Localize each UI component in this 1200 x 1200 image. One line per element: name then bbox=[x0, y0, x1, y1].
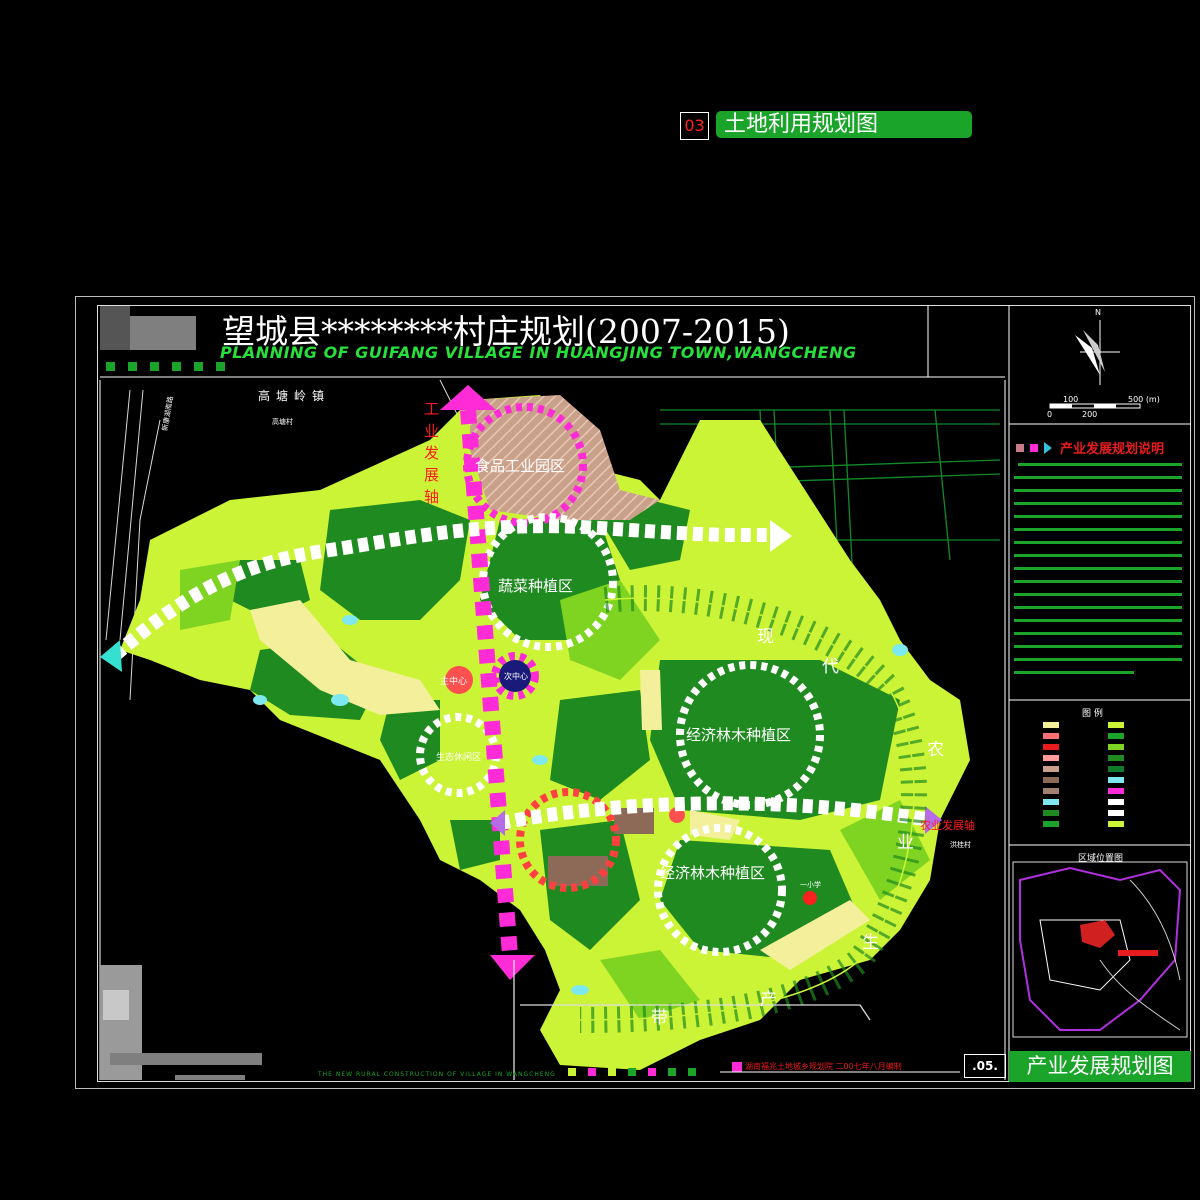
bottom-title: 产业发展规划图 bbox=[1009, 1051, 1191, 1082]
eco-leisure-label: 生态休闲区 bbox=[436, 753, 482, 763]
scale-label-100: 100 bbox=[1063, 395, 1079, 404]
belt-char-7: 带 bbox=[651, 1008, 668, 1028]
economic-forest-zone-2-label: 经济林木种植区 bbox=[660, 864, 766, 882]
explain-title: 产业发展规划说明 bbox=[1060, 442, 1165, 457]
land-use-map bbox=[99, 305, 1191, 1082]
belt-char-2: 代 bbox=[822, 657, 839, 677]
north-label: N bbox=[1095, 308, 1101, 317]
north-arrow bbox=[1075, 320, 1120, 385]
scale-bar bbox=[1049, 403, 1141, 409]
belt-char-3: 农 bbox=[927, 740, 944, 760]
title-dark-block bbox=[100, 306, 130, 350]
corner-block-2 bbox=[103, 990, 129, 1020]
agriculture-axis-label: 农业发展轴 bbox=[920, 819, 975, 832]
economic-forest-zone-1-label: 经济林木种植区 bbox=[686, 726, 792, 744]
bottom-company: 湖南福兆土地城乡规划院 二00七年八月编制 bbox=[745, 1062, 902, 1071]
scale-label-200: 200 bbox=[1082, 410, 1098, 419]
scale-label-500: 500 (m) bbox=[1128, 395, 1160, 404]
town-label-east: 洪桂村 bbox=[950, 841, 971, 849]
explain-title-squares bbox=[1016, 442, 1052, 454]
location-map bbox=[1012, 861, 1188, 1038]
scale-label-0: 0 bbox=[1047, 410, 1053, 419]
school-marker bbox=[803, 891, 817, 905]
vegetable-zone-label: 蔬菜种植区 bbox=[498, 577, 574, 595]
corner-bar-1 bbox=[110, 1053, 262, 1065]
belt-char-5: 生 bbox=[862, 933, 879, 953]
school-label: 一小学 bbox=[800, 881, 821, 889]
title-grey-block bbox=[126, 316, 196, 350]
village-label-north: 高塘村 bbox=[272, 418, 293, 426]
food-park-label: 食品工业园区 bbox=[475, 457, 566, 475]
industrial-axis-label: 工业发展轴 bbox=[424, 400, 440, 506]
bottom-left-caption: THE NEW RURAL CONSTRUCTION OF VILLAGE IN… bbox=[318, 1071, 556, 1078]
location-map-title: 区域位置图 bbox=[1078, 854, 1124, 864]
main-center-label: 主中心 bbox=[440, 677, 468, 687]
sub-center-label: 次中心 bbox=[504, 672, 528, 681]
explain-text-lines bbox=[1014, 463, 1182, 674]
town-label-north: 高塘岭镇 bbox=[258, 389, 331, 403]
legend-title: 图 例 bbox=[1082, 709, 1103, 719]
belt-char-4: 业 bbox=[897, 833, 914, 853]
title-green-squares bbox=[106, 362, 225, 371]
sheet-subtitle: PLANNING OF GUIFANG VILLAGE IN HUANGJING… bbox=[220, 343, 857, 362]
belt-char-1: 现 bbox=[757, 627, 774, 647]
belt-char-6: 产 bbox=[760, 990, 777, 1010]
corner-bar-2 bbox=[175, 1075, 245, 1080]
legend-swatches bbox=[1043, 722, 1124, 827]
sheet-number: .05. bbox=[964, 1054, 1006, 1078]
